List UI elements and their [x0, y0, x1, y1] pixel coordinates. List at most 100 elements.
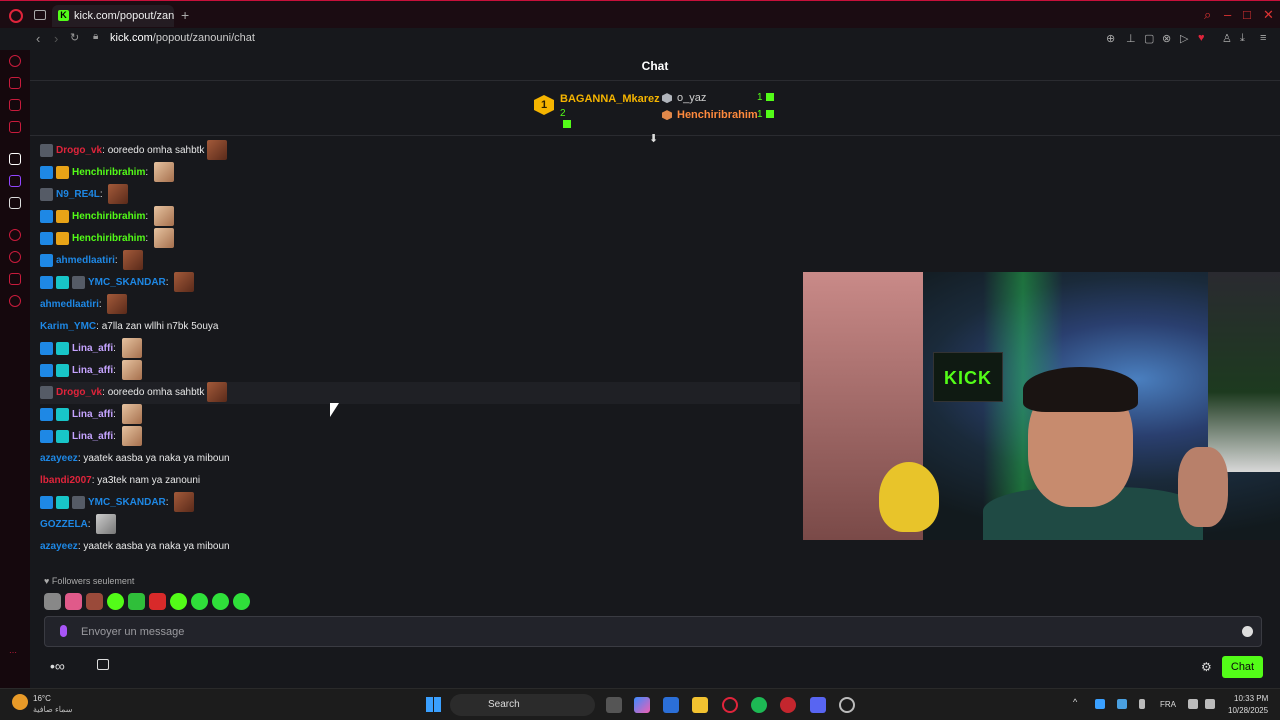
clock-time[interactable]: 10:33 PM — [1234, 694, 1268, 703]
clock-icon[interactable] — [9, 251, 21, 263]
tab-switcher-icon[interactable] — [34, 10, 46, 20]
menu-icon[interactable]: ≡ — [1260, 32, 1266, 44]
task-view-icon[interactable] — [606, 697, 622, 713]
player-icon[interactable]: ▷ — [1180, 32, 1188, 45]
volume-icon[interactable] — [1205, 699, 1215, 709]
chat-message[interactable]: YMC_SKANDAR: — [40, 492, 800, 514]
language-indicator[interactable]: FRA — [1160, 700, 1176, 709]
chat-message[interactable]: azayeez: yaatek aasba ya naka ya miboun — [40, 536, 800, 558]
extensions-icon[interactable] — [9, 273, 21, 285]
chat-message[interactable]: ahmedlaatiri: — [40, 250, 800, 272]
emoji-icon[interactable] — [1242, 626, 1253, 637]
maximize-button[interactable]: □ — [1243, 7, 1251, 22]
new-tab-button[interactable]: + — [181, 7, 189, 23]
leaderboard-third[interactable]: Henchiribrahim 1 — [662, 109, 774, 121]
chat-username[interactable]: Lina_affi — [72, 431, 113, 442]
whatsapp-icon[interactable] — [9, 121, 21, 133]
badge-teal-icon[interactable] — [56, 363, 69, 377]
taskbar-search[interactable]: Search — [450, 694, 595, 716]
chat-username[interactable]: Lina_affi — [72, 365, 113, 376]
badge-blue-icon[interactable] — [40, 407, 53, 421]
emote-icon[interactable] — [86, 593, 103, 610]
badge-gold-icon[interactable] — [56, 165, 69, 179]
player-sidebar-icon[interactable] — [9, 229, 21, 241]
emote-icon[interactable] — [153, 206, 174, 227]
emote-icon[interactable] — [207, 382, 228, 403]
emote-icon[interactable] — [107, 593, 124, 610]
minimize-button[interactable]: – — [1224, 7, 1231, 22]
chat-message[interactable]: N9_RE4L: — [40, 184, 800, 206]
badge-blue-icon[interactable] — [40, 495, 53, 509]
tray-app-icon[interactable] — [1095, 699, 1105, 709]
badge-gold-icon[interactable] — [56, 231, 69, 245]
emote-icon[interactable] — [207, 140, 228, 161]
store-icon[interactable] — [97, 659, 109, 670]
leaderboard-second[interactable]: o_yaz 1 — [662, 92, 774, 104]
chat-username[interactable]: ahmedlaatiri — [56, 255, 115, 266]
copilot-icon[interactable] — [634, 697, 650, 713]
badge-blue-icon[interactable] — [40, 209, 53, 223]
emote-icon[interactable] — [233, 593, 250, 610]
badge-gray-icon[interactable] — [72, 495, 85, 509]
download-icon[interactable]: ⤓ — [1240, 32, 1245, 45]
badge-gray-icon[interactable] — [72, 275, 85, 289]
chat-message[interactable]: Drogo_vk: ooreedo omha sahbtk — [40, 382, 800, 404]
x-icon[interactable] — [9, 197, 21, 209]
chat-username[interactable]: Henchiribrahim — [72, 167, 145, 178]
badge-blue-icon[interactable] — [40, 363, 53, 377]
chat-username[interactable]: Drogo_vk — [56, 387, 102, 398]
emote-icon[interactable] — [123, 250, 144, 271]
chat-username[interactable]: Karim_YMC — [40, 321, 96, 332]
chat-message[interactable]: Lina_affi: — [40, 404, 800, 426]
points-icon[interactable]: •∞ — [50, 658, 65, 674]
chat-message[interactable]: ahmedlaatiri: — [40, 294, 800, 316]
emote-icon[interactable] — [108, 184, 129, 205]
discord-icon[interactable] — [810, 697, 826, 713]
badge-gray-icon[interactable] — [40, 143, 53, 157]
snapshot-icon[interactable]: ▢ — [1144, 32, 1154, 45]
clock-date[interactable]: 10/28/2025 — [1228, 706, 1268, 715]
chat-username[interactable]: lbandi2007 — [40, 475, 92, 486]
chat-message[interactable]: lbandi2007: ya3tek nam ya zanouni — [40, 470, 800, 492]
badge-blue-icon[interactable] — [40, 253, 53, 267]
chat-username[interactable]: azayeez — [40, 541, 78, 552]
chat-message[interactable]: Lina_affi: — [40, 426, 800, 448]
zoom-icon[interactable]: ⊕ — [1106, 32, 1115, 45]
badge-teal-icon[interactable] — [56, 429, 69, 443]
emote-icon[interactable] — [96, 514, 117, 535]
emote-icon[interactable] — [153, 228, 174, 249]
search-tabs-icon[interactable]: ⌕ — [1204, 7, 1211, 23]
chat-username[interactable]: Henchiribrahim — [72, 211, 145, 222]
badge-blue-icon[interactable] — [40, 275, 53, 289]
stream-video-overlay[interactable]: KICK — [803, 272, 1280, 540]
file-explorer-icon[interactable] — [692, 697, 708, 713]
emote-icon[interactable] — [121, 404, 142, 425]
badge-gray-icon[interactable] — [40, 187, 53, 201]
emote-icon[interactable] — [153, 162, 174, 183]
back-button[interactable]: ‹ — [36, 31, 40, 46]
chat-message[interactable]: Drogo_vk: ooreedo omha sahbtk — [40, 140, 800, 162]
chat-username[interactable]: Drogo_vk — [56, 145, 102, 156]
emote-icon[interactable] — [170, 593, 187, 610]
emote-icon[interactable] — [174, 492, 195, 513]
emote-icon[interactable] — [107, 294, 128, 315]
aria-icon[interactable] — [9, 77, 21, 89]
messenger-icon[interactable] — [9, 99, 21, 111]
store-app-icon[interactable] — [663, 697, 679, 713]
shield-icon[interactable]: ⊗ — [1162, 32, 1171, 45]
profile-icon[interactable]: ♙ — [1222, 32, 1232, 45]
emote-icon[interactable] — [65, 593, 82, 610]
badge-blue-icon[interactable] — [40, 341, 53, 355]
badge-teal-icon[interactable] — [56, 495, 69, 509]
gear-icon[interactable]: ⚙ — [1201, 660, 1212, 674]
chat-message[interactable]: GOZZELA: — [40, 514, 800, 536]
forward-button[interactable]: › — [54, 31, 58, 46]
mic-icon[interactable] — [60, 625, 67, 637]
message-input[interactable]: Envoyer un message — [44, 616, 1262, 647]
chat-username[interactable]: Henchiribrahim — [72, 233, 145, 244]
chat-message[interactable]: Henchiribrahim: — [40, 228, 800, 250]
badge-teal-icon[interactable] — [56, 275, 69, 289]
settings-sidebar-icon[interactable] — [9, 295, 21, 307]
badge-teal-icon[interactable] — [56, 341, 69, 355]
emote-icon[interactable] — [191, 593, 208, 610]
